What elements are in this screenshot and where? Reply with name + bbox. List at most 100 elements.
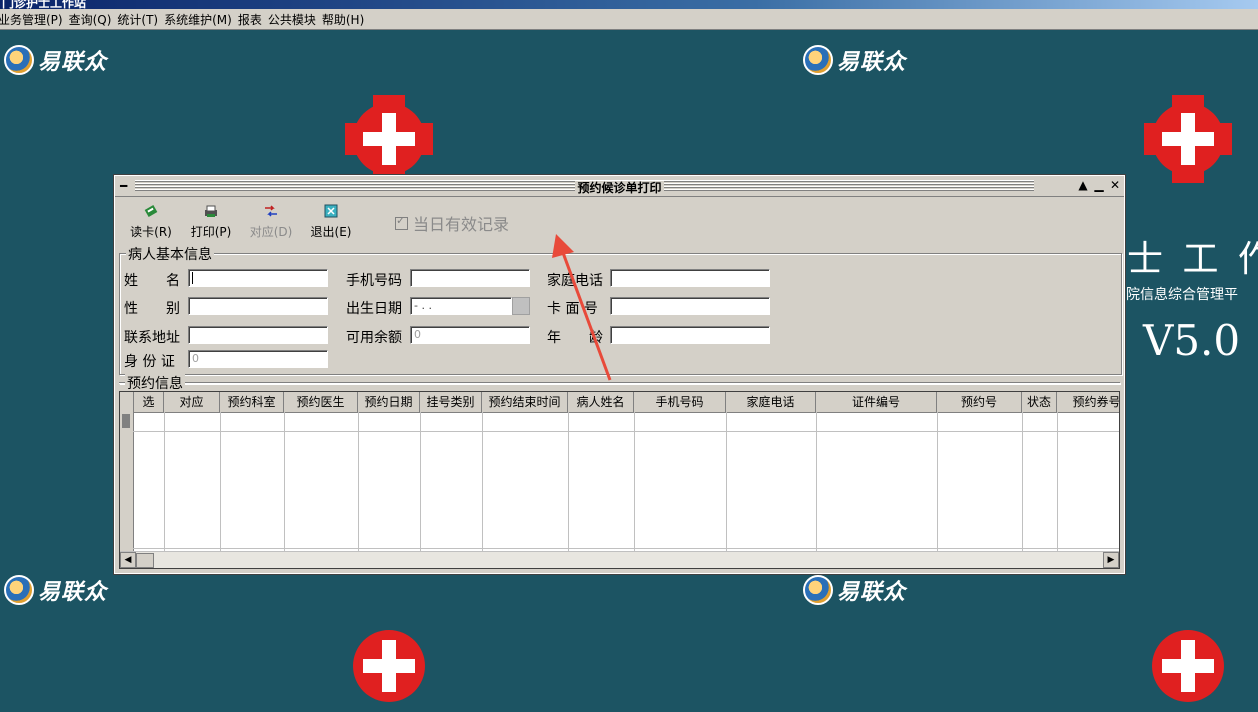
mobile-input[interactable] <box>410 269 530 287</box>
today-valid-label: 当日有效记录 <box>413 215 510 234</box>
desktop-app-subtitle: 院信息综合管理平 <box>1126 287 1238 303</box>
col-mobile[interactable]: 手机号码 <box>634 392 726 412</box>
close-icon[interactable]: ✕ <box>1110 178 1120 192</box>
balance-input[interactable]: 0 <box>410 326 530 344</box>
address-input[interactable] <box>188 326 328 344</box>
appointment-info-group-label: 预约信息 <box>125 373 185 393</box>
grid-col-line <box>937 412 938 552</box>
grid-col-line <box>816 412 817 552</box>
menu-business[interactable]: 业务管理(P) <box>0 11 69 28</box>
brand-logo-icon <box>4 575 34 605</box>
col-appt-no[interactable]: 预约号 <box>937 392 1022 412</box>
horizontal-scrollbar[interactable]: ◀ ▶ <box>120 551 1119 568</box>
col-reg-type[interactable]: 挂号类别 <box>420 392 482 412</box>
print-button[interactable]: 打印(P) <box>181 202 241 239</box>
birth-date-dropdown-button[interactable] <box>512 297 530 315</box>
brand-logo: 易联众 <box>803 574 906 606</box>
restore-icon[interactable]: ▲ <box>1078 178 1088 192</box>
col-match[interactable]: 对应 <box>164 392 220 412</box>
col-date[interactable]: 预约日期 <box>358 392 420 412</box>
app-title: 门诊护士工作站 <box>2 0 87 9</box>
brand-logo-icon <box>4 45 34 75</box>
col-doctor[interactable]: 预约医生 <box>284 392 358 412</box>
grid-col-line <box>482 412 483 552</box>
menu-system-maintenance[interactable]: 系统维护(M) <box>164 11 238 28</box>
col-patient-name[interactable]: 病人姓名 <box>568 392 634 412</box>
gender-input[interactable] <box>188 297 328 315</box>
grid-col-line <box>568 412 569 552</box>
appointment-grid[interactable]: 选 对应 预约科室 预约医生 预约日期 挂号类别 预约结束时间 病人姓名 手机号… <box>119 391 1120 569</box>
mobile-label: 手机号码 <box>346 273 402 289</box>
match-arrows-icon <box>265 205 277 217</box>
red-cross-icon <box>1152 630 1224 702</box>
menu-statistics[interactable]: 统计(T) <box>117 11 164 28</box>
col-end-time[interactable]: 预约结束时间 <box>482 392 568 412</box>
brand-logo-text: 易联众 <box>837 580 907 605</box>
col-status[interactable]: 状态 <box>1022 392 1057 412</box>
name-label: 姓 名 <box>124 273 180 289</box>
name-input[interactable] <box>188 269 328 287</box>
red-cross-icon <box>1144 95 1232 183</box>
card-number-input[interactable] <box>610 297 770 315</box>
grid-col-line <box>1022 412 1023 552</box>
exit-icon <box>324 204 338 218</box>
dialog-toolbar: 读卡(R) 打印(P) 对应(D) 退出(E) <box>121 202 361 239</box>
col-select[interactable]: 选 <box>134 392 164 412</box>
brand-logo: 易联众 <box>803 44 906 76</box>
address-label: 联系地址 <box>124 330 180 346</box>
grid-row-line <box>133 548 1119 549</box>
card-reader-icon <box>144 205 158 217</box>
dialog-titlebar[interactable]: ━ 预约候诊单打印 ▲ ▁ ✕ <box>115 176 1124 197</box>
grid-col-line <box>164 412 165 552</box>
patient-info-group-label: 病人基本信息 <box>126 244 214 264</box>
brand-logo-icon <box>803 45 833 75</box>
brand-logo-text: 易联众 <box>38 50 108 75</box>
id-card-label: 身 份 证 <box>124 354 175 370</box>
menu-query[interactable]: 查询(Q) <box>69 11 118 28</box>
row-indicator-column <box>120 412 134 552</box>
scroll-thumb[interactable] <box>136 553 154 568</box>
match-button[interactable]: 对应(D) <box>241 202 301 239</box>
today-valid-checkbox[interactable]: 当日有效记录 <box>395 211 509 235</box>
col-id-number[interactable]: 证件编号 <box>816 392 937 412</box>
gender-label: 性 别 <box>124 301 180 317</box>
checkbox-box[interactable] <box>395 214 408 230</box>
grid-corner <box>120 392 134 412</box>
menubar: 业务管理(P) 查询(Q) 统计(T) 系统维护(M) 报表 公共模块 帮助(H… <box>0 9 1258 30</box>
dialog-title: 预约候诊单打印 <box>575 181 664 195</box>
desktop-version: V5.0 <box>1143 316 1241 365</box>
grid-col-line <box>634 412 635 552</box>
grid-col-line <box>358 412 359 552</box>
current-row-indicator <box>122 414 130 428</box>
desktop-app-title: 士 工 作 <box>1127 239 1258 280</box>
red-cross-icon <box>353 630 425 702</box>
menu-public-modules[interactable]: 公共模块 <box>268 11 322 28</box>
menu-reports[interactable]: 报表 <box>238 11 268 28</box>
brand-logo: 易联众 <box>4 44 107 76</box>
exit-button[interactable]: 退出(E) <box>301 202 361 239</box>
balance-label: 可用余额 <box>346 330 402 346</box>
grid-col-line <box>726 412 727 552</box>
annotation-arrow-icon <box>552 234 612 381</box>
grid-col-line <box>420 412 421 552</box>
grid-col-line <box>284 412 285 552</box>
grid-col-line <box>220 412 221 552</box>
app-titlebar: 门诊护士工作站 <box>0 0 1258 9</box>
scroll-right-icon[interactable]: ▶ <box>1103 552 1119 568</box>
col-home-phone[interactable]: 家庭电话 <box>726 392 816 412</box>
printer-icon <box>205 205 217 217</box>
birth-date-input[interactable]: - . . <box>410 297 512 315</box>
col-dept[interactable]: 预约科室 <box>220 392 284 412</box>
grid-row-line <box>133 431 1119 432</box>
scroll-left-icon[interactable]: ◀ <box>120 552 136 568</box>
read-card-button[interactable]: 读卡(R) <box>121 202 181 239</box>
id-card-input[interactable]: 0 <box>188 350 328 368</box>
age-input[interactable] <box>610 326 770 344</box>
brand-logo: 易联众 <box>4 574 107 606</box>
grid-col-line <box>1057 412 1058 552</box>
red-cross-icon <box>345 95 433 183</box>
home-phone-input[interactable] <box>610 269 770 287</box>
menu-help[interactable]: 帮助(H) <box>322 11 370 28</box>
minimize-icon[interactable]: ▁ <box>1094 178 1104 192</box>
col-ticket-no[interactable]: 预约券号 <box>1057 392 1119 412</box>
